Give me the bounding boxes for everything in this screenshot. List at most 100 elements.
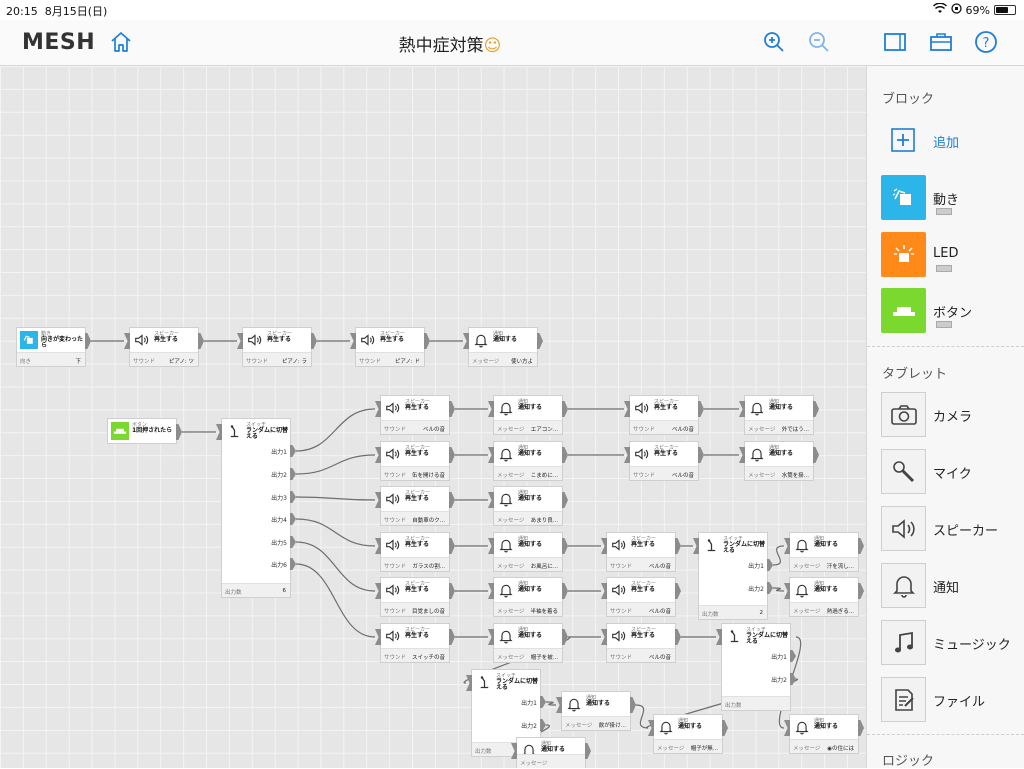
block-parameter[interactable]: メッセージ エアコン... — [494, 420, 562, 434]
notify-block[interactable]: 通知 通知する メッセージ エアコン... — [488, 396, 568, 434]
block-parameter[interactable]: サウンド ピアノ: ツ — [130, 352, 198, 366]
notify-block[interactable]: 通知 通知する メッセージ 帽子を被... — [488, 624, 568, 662]
block-action: ランダムに切替える — [746, 632, 789, 645]
speaker-block[interactable]: スピーカー 再生する サウンド 缶を開ける音 — [375, 442, 455, 480]
block-parameter[interactable]: サウンド ベルの音 — [630, 420, 698, 434]
notify-block[interactable]: 通知 通知する メッセージ 使い方よ — [463, 328, 543, 366]
block-parameter[interactable]: サウンド ベルの音 — [607, 648, 675, 662]
speaker-block[interactable]: スピーカー 再生する サウンド 自動車のク... — [375, 487, 455, 525]
notify-block[interactable]: 通知 通知する メッセージ 水筒を掛... — [739, 442, 819, 480]
speaker-block[interactable]: スピーカー 再生する サウンド ベルの音 — [624, 396, 704, 434]
block-parameter[interactable]: サウンド 目覚ましの音 — [381, 602, 449, 616]
speaker-block[interactable]: スピーカー 再生する サウンド ピアノ: ド — [350, 328, 430, 366]
notify-block[interactable]: 通知 通知する メッセージ 汗を流し... — [784, 533, 864, 571]
zoom-in-icon[interactable] — [761, 29, 787, 55]
bell-icon — [795, 584, 809, 597]
notify-block[interactable]: 通知 通知する メッセージ 帽子が無... — [648, 715, 728, 753]
recipe-canvas[interactable]: 動き 向きが変わったら 向き下スピーカー 再生する サウンド ピアノ: ツスピーカー 再生す… — [0, 66, 866, 768]
switch-icon — [230, 424, 238, 437]
speaker-block[interactable]: スピーカー 再生する サウンド ベルの音 — [601, 578, 681, 616]
notify-block[interactable]: 通知 通知する メッセージ こまめに... — [488, 442, 568, 480]
block-parameter[interactable]: メッセージ 帽子を被... — [494, 648, 562, 662]
motion-block[interactable]: 動き 向きが変わったら 向き 下 — [17, 328, 91, 366]
switch-output-label: 出力1 — [771, 654, 787, 661]
block-action: 通知する — [769, 450, 794, 457]
block-action: 通知する — [541, 746, 566, 753]
block-parameter[interactable]: メッセージ 飲が掛け... — [562, 716, 630, 730]
help-icon[interactable]: ? — [973, 29, 999, 55]
block-parameter[interactable]: メッセージ 使い方よ — [469, 352, 537, 366]
panel-toggle-icon[interactable] — [882, 29, 908, 55]
speaker-block[interactable]: スピーカー 再生する サウンド ベルの音 — [624, 442, 704, 480]
parameter-value: ガラスの割... — [412, 564, 445, 570]
block-parameter[interactable]: メッセージ 水筒を掛... — [745, 466, 813, 480]
block-header: 通知 通知する — [469, 328, 537, 353]
speaker-block[interactable]: スピーカー 再生する サウンド スイッチの音 — [375, 624, 455, 662]
block-icon — [565, 695, 583, 713]
bell-icon — [499, 402, 513, 415]
block-header: スピーカー 再生する — [381, 442, 449, 467]
switch-block[interactable]: スイッチ ランダムに切替える 出力1 出力2 出力数 — [716, 624, 796, 710]
block-parameter[interactable]: サウンド ベルの音 — [607, 557, 675, 571]
notify-block[interactable]: 通知 通知する メッセージ 半袖を着る — [488, 578, 568, 616]
parameter-value: 帽子が無... — [690, 746, 718, 752]
notify-block[interactable]: 通知 通知する メッセージ ◉の住には — [784, 715, 864, 753]
parameter-label: サウンド — [384, 427, 407, 433]
block-parameter[interactable]: サウンド ガラスの割... — [381, 557, 449, 571]
speaker-block[interactable]: スピーカー 再生する サウンド ベルの音 — [601, 624, 681, 662]
notify-block[interactable]: 通知 通知する メッセージ — [511, 738, 591, 768]
notify-block[interactable]: 通知 通知する メッセージ 熱過ぎる... — [784, 578, 864, 616]
notify-block[interactable]: 通知 通知する メッセージ お風呂に... — [488, 533, 568, 571]
block-parameter[interactable]: サウンド ベルの音 — [607, 602, 675, 616]
block-parameter[interactable]: メッセージ — [517, 754, 585, 768]
block-icon — [246, 331, 264, 349]
block-parameter[interactable]: メッセージ 外ではう... — [745, 420, 813, 434]
speaker-block[interactable]: スピーカー 再生する サウンド ベルの音 — [375, 396, 455, 434]
speaker-block[interactable]: スピーカー 再生する サウンド ベルの音 — [601, 533, 681, 571]
block-parameter[interactable]: サウンド ベルの音 — [381, 420, 449, 434]
notify-block[interactable]: 通知 通知する メッセージ 飲が掛け... — [556, 692, 636, 730]
block-icon — [748, 399, 766, 417]
block-parameter[interactable]: サウンド 自動車のク... — [381, 511, 449, 525]
speaker-block[interactable]: スピーカー 再生する サウンド ガラスの割... — [375, 533, 455, 571]
block-header: スピーカー 再生する — [381, 624, 449, 649]
block-parameter[interactable]: メッセージ 熱過ぎる... — [790, 602, 858, 616]
block-icon — [497, 490, 515, 508]
block-parameter[interactable]: サウンド ピアノ: ラ — [243, 352, 311, 366]
button-icon — [113, 428, 127, 434]
switch-block[interactable]: スイッチランダムに切替える出力1 出力2 出力数 2 — [693, 533, 773, 619]
switch-output-label: 出力4 — [271, 517, 287, 524]
output-count-label: 出力数 — [225, 590, 242, 596]
button-block[interactable]: ボタン 1回押されたら — [108, 419, 182, 443]
speaker-icon — [386, 584, 400, 596]
bell-icon — [750, 402, 764, 415]
parameter-label: サウンド — [359, 359, 382, 365]
block-parameter[interactable]: メッセージ 汗を流し... — [790, 557, 858, 571]
speaker-block[interactable]: スピーカー 再生する サウンド ピアノ: ツ — [124, 328, 204, 366]
toolbox-icon[interactable] — [928, 29, 954, 55]
block-parameter[interactable]: メッセージ こまめに... — [494, 466, 562, 480]
speaker-block[interactable]: スピーカー 再生する サウンド 目覚ましの音 — [375, 578, 455, 616]
block-parameter[interactable]: メッセージ 帽子が無... — [654, 739, 722, 753]
parameter-label: サウンド — [633, 427, 656, 433]
block-parameter[interactable]: サウンド ベルの音 — [630, 466, 698, 480]
notify-block[interactable]: 通知 通知する メッセージ あまり良... — [488, 487, 568, 525]
block-parameter[interactable]: サウンド スイッチの音 — [381, 648, 449, 662]
speaker-block[interactable]: スピーカー 再生する サウンド ピアノ: ラ — [237, 328, 317, 366]
block-parameter[interactable]: メッセージ ◉の住には — [790, 739, 858, 753]
logic-section-title: ロジック — [882, 754, 935, 769]
block-parameter[interactable]: 向き 下 — [17, 352, 85, 366]
block-parameter[interactable]: メッセージ あまり良... — [494, 511, 562, 525]
parameter-value: ベルの音 — [648, 609, 671, 615]
block-parameter[interactable]: メッセージ 半袖を着る — [494, 602, 562, 616]
switch-block[interactable]: スイッチ ランダムに切替える 出力1 出力2 出力3 出力4 出力5 出力6 出力数 6 — [216, 419, 296, 597]
zoom-out-icon[interactable] — [806, 29, 832, 55]
add-block-button[interactable]: 追加 — [891, 128, 1011, 152]
block-parameter[interactable]: サウンド ピアノ: ド — [356, 352, 424, 366]
block-parameter[interactable]: サウンド 缶を開ける音 — [381, 466, 449, 480]
block-parameter[interactable]: メッセージ お風呂に... — [494, 557, 562, 571]
notify-block[interactable]: 通知 通知する メッセージ 外ではう... — [739, 396, 819, 434]
connection-wire — [545, 701, 557, 706]
block-icon — [610, 581, 628, 599]
tablet-label-notify: 通知 — [933, 581, 960, 596]
